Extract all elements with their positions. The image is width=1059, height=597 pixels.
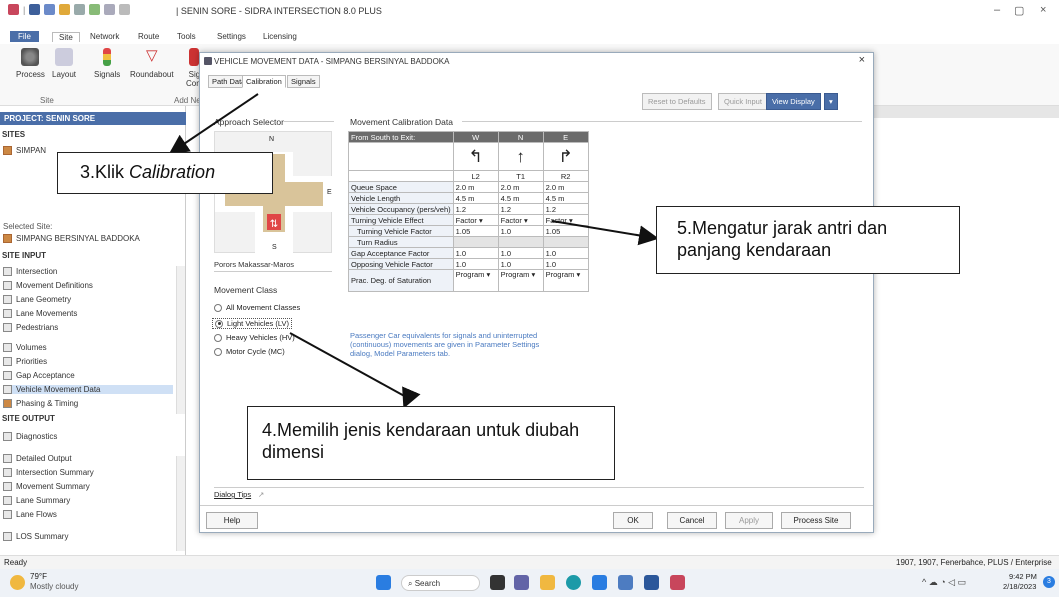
callout-step3: 3.Klik Calibration [57, 152, 273, 194]
clock-time: 9:42 PM [1009, 572, 1037, 581]
callout-step5: 5.Mengatur jarak antri dan panjang kenda… [656, 206, 960, 274]
mail-icon[interactable] [592, 575, 607, 590]
search-app-icon[interactable] [618, 575, 633, 590]
search-icon: ⌕ [408, 579, 413, 588]
status-bar: Ready 1907, 1907, Fenerbahce, PLUS / Ent… [0, 555, 1059, 569]
clock-date: 2/18/2023 [1003, 582, 1037, 591]
arrow-step3 [168, 93, 259, 155]
system-tray-icons[interactable]: ^ ☁ ◔ ◁ ▭ [922, 577, 966, 588]
license-info: 1907, 1907, Fenerbahce, PLUS / Enterpris… [896, 558, 1052, 567]
annotation-arrows [168, 93, 659, 409]
taskbar: 79°F Mostly cloudy ⌕ Search ^ ☁ ◔ ◁ ▭ 9:… [0, 569, 1059, 597]
weather-desc: Mostly cloudy [30, 582, 79, 591]
arrow-step5 [551, 220, 659, 246]
sidra-app-icon[interactable] [670, 575, 685, 590]
arrow-step4-line [289, 332, 409, 399]
arrow-step4-head [402, 386, 421, 409]
status-text: Ready [4, 558, 28, 567]
task-view-icon[interactable] [490, 575, 505, 590]
edge-icon[interactable] [566, 575, 581, 590]
callout-step4: 4.Memilih jenis kendaraan untuk diubah d… [247, 406, 615, 480]
start-icon[interactable] [376, 575, 391, 590]
taskbar-search[interactable]: ⌕ Search [401, 575, 480, 591]
weather-temp: 79°F [30, 572, 47, 581]
weather-icon[interactable] [10, 575, 25, 590]
chat-icon[interactable] [514, 575, 529, 590]
word-icon[interactable] [644, 575, 659, 590]
notification-badge[interactable]: 3 [1043, 576, 1055, 588]
file-explorer-icon[interactable] [540, 575, 555, 590]
